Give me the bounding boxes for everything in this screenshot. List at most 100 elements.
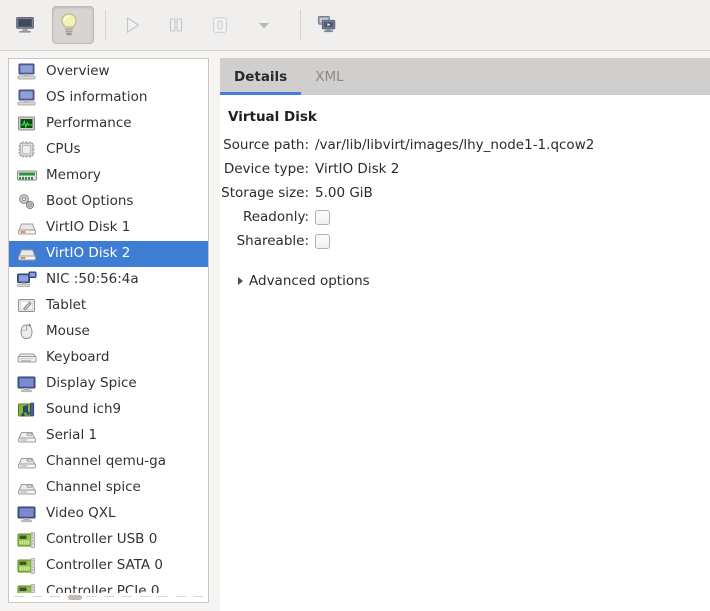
sidebar-item-channel-qemu-ga[interactable]: Channel qemu-ga xyxy=(9,449,208,475)
sidebar-item-virtio-disk-1[interactable]: VirtIO Disk 1 xyxy=(9,215,208,241)
sidebar-item-label: Keyboard xyxy=(46,349,110,366)
mouse-icon xyxy=(16,322,38,342)
screens-icon xyxy=(317,15,336,33)
sidebar-item-label: Performance xyxy=(46,115,132,132)
sidebar-item-cpus[interactable]: CPUs xyxy=(9,137,208,163)
main-toolbar xyxy=(0,0,710,51)
sidebar-item-virtio-disk-2[interactable]: VirtIO Disk 2 xyxy=(9,241,208,267)
display-icon xyxy=(16,504,38,524)
cpu-icon xyxy=(16,140,38,160)
tab-xml[interactable]: XML xyxy=(301,58,357,95)
section-title: Virtual Disk xyxy=(228,109,317,125)
hardware-list-panel: Overview OS information Performance CPUs… xyxy=(8,58,209,603)
lightbulb-icon xyxy=(61,13,77,36)
sidebar-item-sound-ich9[interactable]: Sound ich9 xyxy=(9,397,208,423)
sidebar-item-label: Video QXL xyxy=(46,505,116,522)
sidebar-item-controller-sata-0[interactable]: Controller SATA 0 xyxy=(9,553,208,579)
keyboard-icon xyxy=(16,348,38,368)
sidebar-item-boot-options[interactable]: Boot Options xyxy=(9,189,208,215)
toolbar-separator-2 xyxy=(300,10,301,40)
sidebar-item-channel-spice[interactable]: Channel spice xyxy=(9,475,208,501)
sidebar-item-label: OS information xyxy=(46,89,148,106)
value-storage-size: 5.00 GiB xyxy=(315,185,373,201)
label-source-path: Source path: xyxy=(223,137,309,153)
computer-icon xyxy=(16,62,38,82)
sidebar-item-controller-usb-0[interactable]: Controller USB 0 xyxy=(9,527,208,553)
sidebar-item-label: Channel qemu-ga xyxy=(46,453,167,470)
sidebar-item-os-information[interactable]: OS information xyxy=(9,85,208,111)
serial-icon xyxy=(16,452,38,472)
shareable-checkbox[interactable] xyxy=(315,233,330,249)
controller-icon xyxy=(16,530,38,550)
shutdown-menu-button[interactable] xyxy=(247,6,289,44)
sidebar-item-nic-50-56-4a[interactable]: NIC :50:56:4a xyxy=(9,267,208,293)
pause-icon xyxy=(169,18,183,32)
label-shareable: Shareable: xyxy=(236,233,309,249)
label-storage-size: Storage size: xyxy=(221,185,309,201)
toolbar-separator-1 xyxy=(105,10,106,40)
disk-icon xyxy=(16,218,38,238)
tablet-icon xyxy=(16,296,38,316)
label-readonly: Readonly: xyxy=(242,209,309,225)
scrollbar-thumb[interactable] xyxy=(68,595,82,600)
label-device-type: Device type: xyxy=(223,161,309,177)
sidebar-item-performance[interactable]: Performance xyxy=(9,111,208,137)
network-icon xyxy=(16,270,38,290)
scrollbar-track-line xyxy=(14,596,203,597)
run-vm-button[interactable] xyxy=(115,6,157,44)
sidebar-item-label: Controller USB 0 xyxy=(46,531,158,548)
sidebar-item-label: Memory xyxy=(46,167,101,184)
serial-icon xyxy=(16,426,38,446)
computer-icon xyxy=(16,88,38,108)
sidebar-item-display-spice[interactable]: Display Spice xyxy=(9,371,208,397)
form-row-source-path: Source path: /var/lib/libvirt/images/lhy_… xyxy=(220,135,710,155)
sidebar-item-label: VirtIO Disk 1 xyxy=(46,219,131,236)
tab-bar: Details XML xyxy=(220,58,710,95)
sidebar-item-memory[interactable]: Memory xyxy=(9,163,208,189)
gears-icon xyxy=(16,192,38,212)
sidebar-item-keyboard[interactable]: Keyboard xyxy=(9,345,208,371)
sound-icon xyxy=(16,400,38,420)
sidebar-item-mouse[interactable]: Mouse xyxy=(9,319,208,345)
sidebar-item-overview[interactable]: Overview xyxy=(9,59,208,85)
sidebar-item-label: Display Spice xyxy=(46,375,137,392)
sidebar-item-video-qxl[interactable]: Video QXL xyxy=(9,501,208,527)
hardware-list[interactable]: Overview OS information Performance CPUs… xyxy=(9,59,208,602)
serial-icon xyxy=(16,478,38,498)
triangle-right-icon xyxy=(238,277,243,285)
sidebar-item-label: CPUs xyxy=(46,141,81,158)
display-icon xyxy=(16,374,38,394)
form-row-storage-size: Storage size: 5.00 GiB xyxy=(220,183,710,203)
sidebar-item-label: NIC :50:56:4a xyxy=(46,271,139,288)
power-icon xyxy=(213,17,227,33)
form-row-device-type: Device type: VirtIO Disk 2 xyxy=(220,159,710,179)
show-details-button[interactable] xyxy=(52,6,94,44)
controller-icon xyxy=(16,556,38,576)
tab-details-label: Details xyxy=(234,68,288,85)
sidebar-item-serial-1[interactable]: Serial 1 xyxy=(9,423,208,449)
advanced-options-label: Advanced options xyxy=(249,273,370,289)
show-console-button[interactable] xyxy=(8,6,50,44)
monitor-icon xyxy=(16,16,34,33)
vm-details-window: Overview OS information Performance CPUs… xyxy=(0,0,710,611)
sidebar-item-tablet[interactable]: Tablet xyxy=(9,293,208,319)
details-panel: Details XML Virtual Disk Source path: /va… xyxy=(220,58,710,611)
tab-details[interactable]: Details xyxy=(220,58,302,95)
form-row-readonly: Readonly: xyxy=(220,207,710,227)
value-device-type: VirtIO Disk 2 xyxy=(315,161,400,177)
sidebar-item-label: VirtIO Disk 2 xyxy=(46,245,131,262)
advanced-options-toggle[interactable]: Advanced options xyxy=(238,273,710,289)
sidebar-item-label: Overview xyxy=(46,63,110,80)
sidebar-item-label: Sound ich9 xyxy=(46,401,122,418)
readonly-checkbox[interactable] xyxy=(315,209,330,225)
pause-vm-button[interactable] xyxy=(159,6,201,44)
play-icon xyxy=(126,17,139,33)
shutdown-vm-button[interactable] xyxy=(203,6,245,44)
chevron-down-icon xyxy=(259,23,269,29)
memory-icon xyxy=(16,166,38,186)
sidebar-item-label: Boot Options xyxy=(46,193,134,210)
snapshots-button[interactable] xyxy=(310,6,352,44)
sidebar-item-label: Mouse xyxy=(46,323,90,340)
form-row-shareable: Shareable: xyxy=(220,231,710,251)
sidebar-horizontal-scrollbar[interactable] xyxy=(10,593,207,601)
